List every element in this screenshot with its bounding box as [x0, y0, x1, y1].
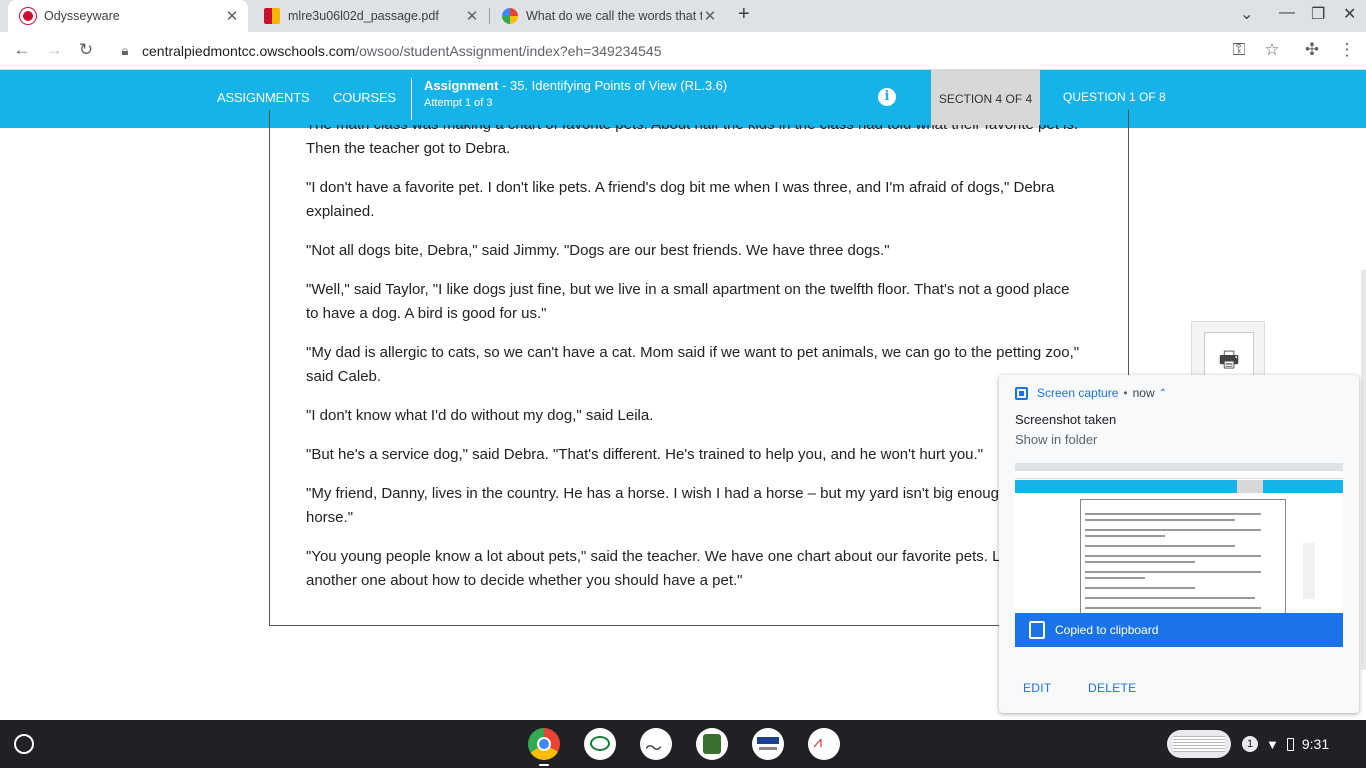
passage-paragraph: "My dad is allergic to cats, so we can't…	[306, 344, 1080, 385]
copied-to-clipboard-banner: Copied to clipboard	[1015, 613, 1343, 647]
key-icon[interactable]: ⚿	[1228, 40, 1250, 60]
passage-paragraph: "But he's a service dog," said Debra. "T…	[306, 446, 984, 463]
passage-paragraph: "Not all dogs bite, Debra," said Jimmy. …	[306, 242, 890, 259]
url-path: /owsoo/studentAssignment/index?eh=349234…	[355, 43, 662, 59]
chevron-up-icon[interactable]: ⌃	[1159, 388, 1167, 399]
screen-capture-icon	[1015, 386, 1028, 400]
tab-title: mlre3u06l02d_passage.pdf	[288, 9, 439, 23]
delete-button[interactable]: DELETE	[1088, 681, 1136, 695]
google-favicon-icon	[502, 8, 518, 24]
notification-header: Screen capture • now ⌃	[1015, 386, 1167, 400]
active-app-indicator	[539, 764, 549, 766]
close-window-icon[interactable]: ✕	[1343, 4, 1356, 24]
attempt-count: Attempt 1 of 3	[424, 97, 493, 109]
desmos-app-icon[interactable]: 〜	[640, 728, 672, 760]
more-menu-icon[interactable]: ⋮	[1336, 40, 1358, 60]
status-tray[interactable]: 1 ▼ 9:31	[1242, 730, 1329, 758]
tab-title: Odysseyware	[44, 9, 120, 23]
notification-title: Screenshot taken	[1015, 412, 1117, 427]
pdf-favicon-icon	[264, 8, 280, 24]
notification-count-badge: 1	[1242, 736, 1258, 752]
address-bar[interactable]: centralpiedmontcc.owschools.com/owsoo/st…	[142, 43, 662, 59]
browser-toolbar: ← → ↻ 🔒︎ centralpiedmontcc.owschools.com…	[0, 32, 1366, 70]
geogebra-app-icon[interactable]	[584, 728, 616, 760]
tab-pdf[interactable]: mlre3u06l02d_passage.pdf ✕	[252, 0, 488, 32]
odysseyware-favicon-icon	[20, 8, 36, 24]
passage-paragraph: "Well," said Taylor, "I like dogs just f…	[306, 281, 1070, 322]
back-arrow-icon[interactable]: ←	[11, 40, 33, 60]
holding-space-tray[interactable]	[1167, 730, 1231, 758]
tab-odysseyware[interactable]: Odysseyware ✕	[8, 0, 248, 32]
show-in-folder-link[interactable]: Show in folder	[1015, 432, 1097, 447]
testnav-app-icon[interactable]	[752, 728, 784, 760]
reload-icon[interactable]: ↻	[75, 40, 97, 60]
minimize-icon[interactable]: —	[1279, 4, 1295, 22]
tab-google-search[interactable]: What do we call the words that t ✕	[490, 0, 726, 32]
notes-app-icon[interactable]	[696, 728, 728, 760]
passage-paragraph: "I don't know what I'd do without my dog…	[306, 407, 654, 424]
chrome-app-icon[interactable]	[528, 728, 560, 760]
nav-assignments[interactable]: ASSIGNMENTS	[217, 90, 310, 105]
passage-paragraph: "You young people know a lot about pets,…	[306, 548, 1057, 589]
assignment-label: Assignment	[424, 78, 499, 93]
bookmark-star-icon[interactable]: ☆	[1261, 40, 1283, 60]
clipboard-icon	[1029, 621, 1045, 639]
maximize-icon[interactable]: ❐	[1311, 4, 1325, 24]
screen-capture-notification: Screen capture • now ⌃ Screenshot taken …	[999, 375, 1359, 713]
edit-button[interactable]: EDIT	[1023, 681, 1052, 695]
forward-arrow-icon[interactable]: →	[43, 40, 65, 60]
extensions-puzzle-icon[interactable]: ✣	[1301, 40, 1323, 60]
tab-title: What do we call the words that t	[526, 9, 702, 23]
wifi-icon: ▼	[1266, 736, 1279, 752]
passage-paragraph: The math class was making a chart of fav…	[306, 116, 1079, 157]
close-tab-icon[interactable]: ✕	[464, 7, 480, 25]
question-indicator[interactable]: QUESTION 1 OF 8	[1063, 90, 1166, 104]
battery-icon	[1286, 737, 1294, 751]
page-scrollbar[interactable]	[1361, 270, 1366, 670]
notification-time: now	[1132, 386, 1155, 400]
chart-app-icon[interactable]: ⩘	[808, 728, 840, 760]
assignment-title: - 35. Identifying Points of View (RL.3.6…	[498, 78, 728, 93]
browser-tab-strip: Odysseyware ✕ mlre3u06l02d_passage.pdf ✕…	[0, 0, 1366, 32]
new-tab-icon[interactable]: +	[738, 3, 750, 26]
os-shelf: 〜 ⩘ 1 ▼ 9:31	[0, 720, 1366, 768]
close-tab-icon[interactable]: ✕	[702, 7, 718, 25]
passage-paragraph: "My friend, Danny, lives in the country.…	[306, 485, 1042, 526]
lock-icon[interactable]: 🔒︎	[114, 43, 136, 59]
clock-time: 9:31	[1301, 736, 1330, 752]
close-tab-icon[interactable]: ✕	[224, 7, 240, 25]
nav-courses[interactable]: COURSES	[333, 90, 396, 105]
tab-search-chevron-icon[interactable]: ⌄	[1240, 4, 1253, 24]
notification-source: Screen capture	[1037, 386, 1119, 400]
screenshot-thumbnail[interactable]	[1015, 463, 1343, 613]
url-host: centralpiedmontcc.owschools.com	[142, 43, 356, 59]
info-icon[interactable]: i	[878, 88, 896, 106]
clipboard-label: Copied to clipboard	[1055, 623, 1159, 637]
launcher-icon[interactable]	[14, 734, 34, 754]
passage-paragraph: "I don't have a favorite pet. I don't li…	[306, 179, 1055, 220]
